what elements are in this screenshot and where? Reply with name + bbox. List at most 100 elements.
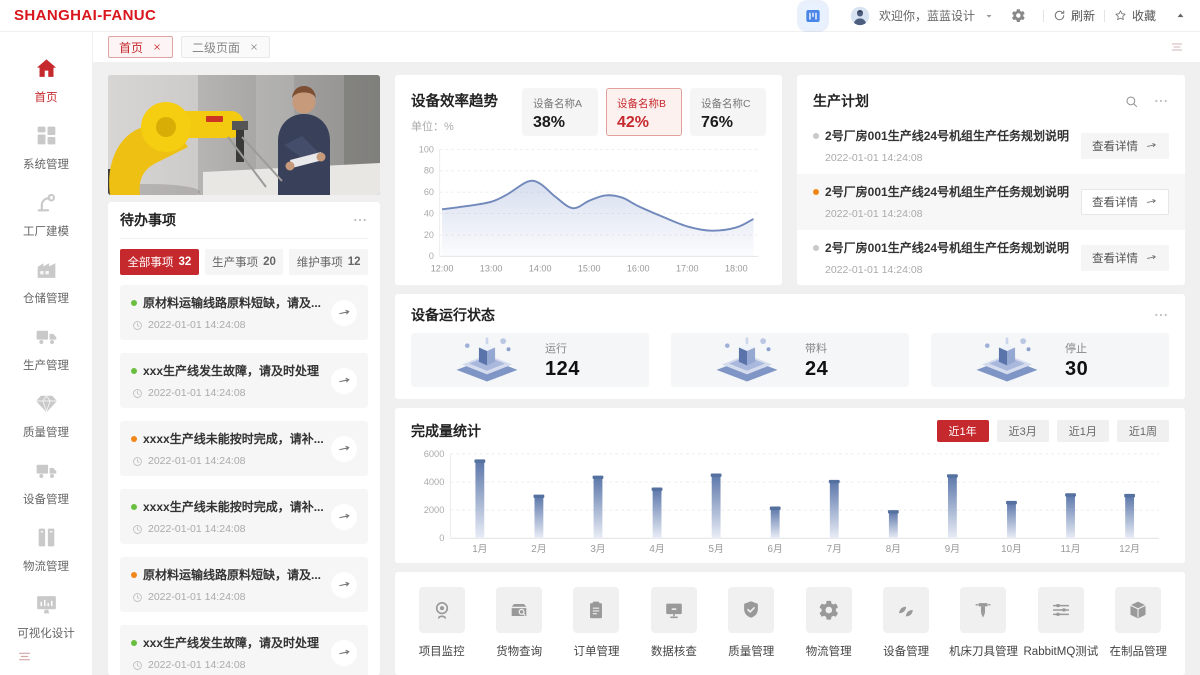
range-filter-button[interactable]: 近1周	[1116, 420, 1169, 442]
todo-item-arrow-button[interactable]	[331, 571, 357, 598]
svg-text:100: 100	[419, 144, 434, 154]
svg-text:14:00: 14:00	[529, 264, 552, 274]
device-metric-card[interactable]: 设备名称B 42%	[606, 88, 682, 136]
status-dot	[131, 299, 137, 306]
cabinet-icon	[34, 525, 59, 550]
status-label: 带料	[805, 342, 827, 355]
refresh-button[interactable]: 刷新	[1053, 7, 1095, 24]
completion-title: 完成量统计	[411, 423, 481, 439]
range-filter-button[interactable]: 近1月	[1056, 420, 1109, 442]
board-icon[interactable]	[800, 3, 825, 28]
app-shortcut[interactable]: 数据核查	[635, 587, 712, 659]
app-shortcut[interactable]: 项目监控	[403, 587, 480, 659]
refresh-label: 刷新	[1070, 9, 1095, 23]
gear-icon[interactable]	[1011, 8, 1026, 23]
more-icon[interactable]	[352, 212, 368, 228]
sidebar-item[interactable]: 工厂建模	[23, 190, 69, 239]
sidebar-item[interactable]: 可视化设计	[17, 592, 75, 641]
svg-text:4000: 4000	[424, 477, 445, 487]
home-icon	[34, 56, 59, 81]
clock-icon	[132, 320, 143, 331]
todo-item-arrow-button[interactable]	[331, 367, 357, 394]
efficiency-title: 设备效率趋势	[411, 94, 498, 110]
sidebar: 首页 系统管理 工厂建模 仓储管理 生产管理 质量管理 设备管理 物流管理 可视…	[0, 32, 93, 675]
sidebar-item[interactable]: 设备管理	[23, 458, 69, 507]
plan-item-text: 2号厂房001生产线24号机组生产任务规划说明	[825, 129, 1070, 143]
status-title: 设备运行状态	[411, 307, 495, 323]
svg-text:12月: 12月	[1119, 543, 1140, 555]
close-icon[interactable]	[152, 42, 162, 52]
status-dot	[813, 132, 819, 139]
search-icon[interactable]	[1124, 94, 1139, 109]
app-shortcut[interactable]: 设备管理	[867, 587, 944, 659]
todo-item-arrow-button[interactable]	[331, 435, 357, 462]
status-label: 运行	[545, 342, 567, 355]
package-icon	[1115, 587, 1162, 633]
efficiency-panel: 设备效率趋势 单位：% 设备名称A 38% 设备名称B 42% 设备名称C 76…	[395, 75, 782, 285]
status-value: 24	[805, 357, 829, 380]
app-shortcut[interactable]: 机床刀具管理	[945, 587, 1022, 659]
todo-item-time: 2022-01-01 14:24:08	[148, 523, 246, 535]
collapse-up-icon[interactable]	[1175, 10, 1186, 21]
close-icon[interactable]	[249, 42, 259, 52]
plan-item-time: 2022-01-01 14:24:08	[825, 264, 923, 276]
clock-icon	[132, 592, 143, 603]
star-icon	[1114, 9, 1127, 22]
todo-filter-tab[interactable]: 生产事项 20	[204, 249, 284, 275]
sidebar-item[interactable]: 仓储管理	[23, 257, 69, 306]
svg-text:40: 40	[424, 208, 434, 218]
svg-text:80: 80	[424, 166, 434, 176]
tab-label: 二级页面	[192, 40, 241, 55]
todo-filter-tab[interactable]: 维护事项 12	[289, 249, 369, 275]
status-card: 停止 30	[931, 333, 1169, 387]
tab-list-menu-icon[interactable]	[1169, 39, 1185, 55]
todo-item-arrow-button[interactable]	[331, 299, 357, 326]
status-dot	[131, 435, 137, 442]
arrow-right-icon	[1145, 139, 1158, 152]
plan-item: 2号厂房001生产线24号机组生产任务规划说明 2022-01-01 14:24…	[797, 118, 1185, 174]
app-shortcuts-panel: 项目监控 货物查询 订单管理 数据核查 质量管理 物流管理 设备管理 机床刀具管…	[395, 572, 1185, 675]
range-filter-button[interactable]: 近3月	[996, 420, 1049, 442]
top-header: SHANGHAI-FANUC 欢迎你，蓝蓝设计 刷新 收藏	[0, 0, 1200, 32]
app-shortcut[interactable]: 物流管理	[790, 587, 867, 659]
todo-item-time: 2022-01-01 14:24:08	[148, 455, 246, 467]
plan-title: 生产计划	[813, 93, 869, 109]
diamond-icon	[34, 391, 59, 416]
range-filter-button[interactable]: 近1年	[936, 420, 989, 442]
page-tab[interactable]: 二级页面	[181, 36, 271, 58]
todo-filter-tab[interactable]: 全部事项 32	[120, 249, 199, 275]
app-shortcut[interactable]: RabbitMQ测试	[1022, 587, 1099, 659]
todo-item-arrow-button[interactable]	[331, 503, 357, 530]
device-metric-card[interactable]: 设备名称A 38%	[522, 88, 598, 136]
app-shortcut[interactable]: 在制品管理	[1100, 587, 1177, 659]
sidebar-collapse-icon[interactable]	[16, 648, 33, 665]
sidebar-item[interactable]: 生产管理	[23, 324, 69, 373]
status-dot	[813, 188, 819, 195]
tab-bar: 首页 二级页面	[93, 32, 1200, 62]
view-details-button[interactable]: 查看详情	[1081, 132, 1169, 159]
page-tab[interactable]: 首页	[108, 36, 174, 58]
view-details-button[interactable]: 查看详情	[1081, 244, 1169, 271]
user-menu[interactable]: 欢迎你，蓝蓝设计	[879, 7, 975, 24]
more-icon[interactable]	[1153, 93, 1169, 109]
device-metric-card[interactable]: 设备名称C 76%	[690, 88, 766, 136]
sidebar-item[interactable]: 质量管理	[23, 391, 69, 440]
svg-text:4月: 4月	[649, 543, 664, 555]
app-shortcut[interactable]: 订单管理	[558, 587, 635, 659]
sidebar-item[interactable]: 首页	[34, 56, 59, 105]
machine-illustration	[449, 334, 525, 386]
svg-text:18:00: 18:00	[725, 264, 748, 274]
favorite-button[interactable]: 收藏	[1114, 7, 1156, 24]
app-shortcut[interactable]: 质量管理	[713, 587, 790, 659]
todo-item-arrow-button[interactable]	[331, 639, 357, 666]
app-shortcut[interactable]: 货物查询	[480, 587, 557, 659]
sidebar-item[interactable]: 系统管理	[23, 123, 69, 172]
svg-text:13:00: 13:00	[480, 264, 503, 274]
monitor-icon	[650, 587, 697, 633]
arrow-right-icon	[337, 645, 352, 660]
more-icon[interactable]	[1153, 307, 1169, 323]
sidebar-item[interactable]: 物流管理	[23, 525, 69, 574]
status-dot	[131, 639, 137, 646]
view-details-button[interactable]: 查看详情	[1081, 188, 1169, 215]
svg-text:5月: 5月	[708, 543, 723, 555]
